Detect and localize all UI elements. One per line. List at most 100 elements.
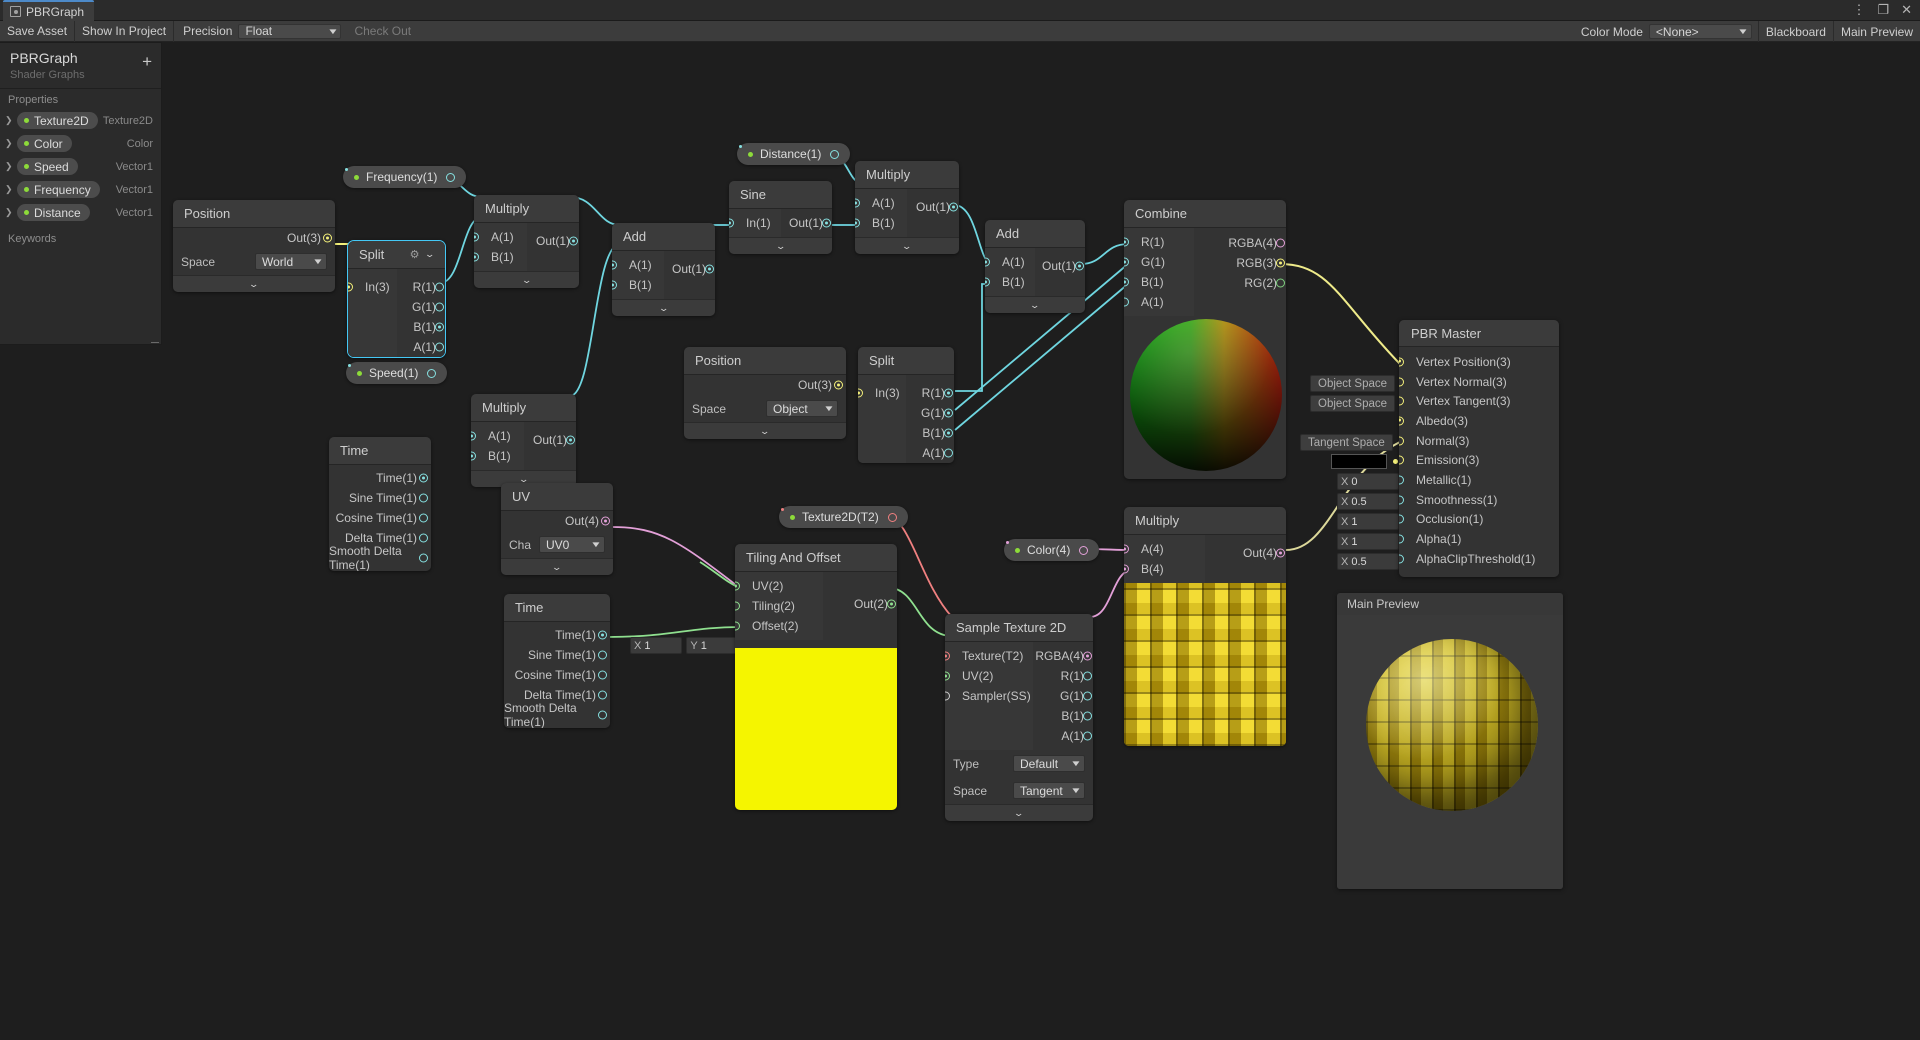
- space-dropdown[interactable]: Object ▼: [766, 400, 838, 417]
- property-pill[interactable]: Distance: [17, 204, 90, 221]
- node-tiling-and-offset[interactable]: Tiling And Offset UV(2) Tiling(2) Offset…: [735, 544, 897, 810]
- tiling-vector-field[interactable]: X Y: [630, 637, 750, 654]
- input-port[interactable]: [855, 218, 860, 228]
- token-output-port[interactable]: [446, 172, 456, 182]
- smoothness-input[interactable]: [1351, 495, 1386, 508]
- node-multiply-3[interactable]: Multiply A(1) B(1) Out(1) ⌄: [855, 161, 959, 254]
- output-port[interactable]: [1276, 278, 1285, 288]
- slot-port[interactable]: [1399, 396, 1404, 406]
- input-port[interactable]: [855, 198, 860, 208]
- node-expander[interactable]: ⌄: [173, 275, 335, 292]
- port-in[interactable]: In(3): [858, 383, 906, 403]
- property-pill[interactable]: Frequency: [17, 181, 100, 198]
- chevron-right-icon[interactable]: ❯: [5, 138, 17, 149]
- output-port[interactable]: [435, 342, 444, 352]
- tiling-x-field[interactable]: X: [630, 637, 683, 654]
- output-port[interactable]: [949, 202, 958, 212]
- port-out[interactable]: RGBA(4): [1194, 233, 1286, 253]
- output-port[interactable]: [601, 516, 610, 526]
- add-property-button[interactable]: +: [142, 53, 152, 70]
- slot-port[interactable]: [1399, 357, 1404, 367]
- tiling-x-input[interactable]: [644, 639, 679, 652]
- property-pill[interactable]: Speed: [17, 158, 78, 175]
- output-port[interactable]: [1083, 651, 1092, 661]
- alphaclip-field[interactable]: X: [1337, 553, 1399, 570]
- alphaclip-input[interactable]: [1351, 555, 1386, 568]
- property-row-frequency[interactable]: ❯ Frequency Vector1: [0, 178, 161, 201]
- input-port[interactable]: [1124, 564, 1129, 574]
- input-port[interactable]: [945, 691, 950, 701]
- port-out[interactable]: Sine Time(1): [504, 645, 610, 665]
- blackboard-toggle[interactable]: Blackboard: [1757, 21, 1833, 42]
- port-in[interactable]: A(1): [985, 252, 1035, 272]
- property-token-speed[interactable]: Speed(1): [346, 362, 448, 384]
- port-out[interactable]: B(1): [1033, 706, 1093, 726]
- node-combine[interactable]: Combine R(1) G(1) B(1) A(1) RGBA(4) RGB(…: [1124, 200, 1286, 479]
- main-preview-toggle[interactable]: Main Preview: [1832, 21, 1920, 42]
- port-out[interactable]: Out(1): [524, 430, 577, 450]
- master-slot[interactable]: Emission(3): [1399, 450, 1559, 470]
- node-expander[interactable]: ⌄: [855, 237, 959, 254]
- output-port[interactable]: [598, 690, 607, 700]
- input-port[interactable]: [729, 218, 734, 228]
- port-in[interactable]: Offset(2): [735, 616, 823, 636]
- channel-dropdown[interactable]: UV0 ▼: [539, 536, 605, 553]
- master-slot[interactable]: Smoothness(1): [1399, 490, 1559, 510]
- port-in[interactable]: UV(2): [735, 576, 823, 596]
- input-port[interactable]: [471, 431, 476, 441]
- output-port[interactable]: [1276, 258, 1285, 268]
- input-port[interactable]: [1124, 257, 1129, 267]
- property-row-distance[interactable]: ❯ Distance Vector1: [0, 201, 161, 224]
- node-expander[interactable]: ⌄: [945, 804, 1093, 821]
- close-icon[interactable]: ✕: [1901, 3, 1912, 17]
- output-port[interactable]: [944, 408, 953, 418]
- port-out[interactable]: Out(1): [1035, 256, 1085, 276]
- main-preview-area[interactable]: [1337, 615, 1563, 889]
- space-chip[interactable]: Object Space: [1310, 395, 1396, 412]
- type-dropdown[interactable]: Default ▼: [1013, 755, 1085, 772]
- port-out[interactable]: B(1): [906, 423, 954, 443]
- slot-port[interactable]: [1399, 475, 1404, 485]
- port-in[interactable]: R(1): [1124, 232, 1194, 252]
- node-split-top[interactable]: Split ⚙ ⌄ In(3) R(1) G(1) B(1) A(1): [347, 240, 446, 358]
- property-pill[interactable]: Texture2D: [17, 112, 98, 129]
- output-port[interactable]: [435, 302, 444, 312]
- slot-port[interactable]: [1399, 534, 1404, 544]
- port-out[interactable]: Out(4): [501, 511, 613, 531]
- output-port[interactable]: [1083, 671, 1092, 681]
- space-dropdown[interactable]: World ▼: [255, 253, 327, 270]
- master-slot[interactable]: Vertex Tangent(3): [1399, 391, 1559, 411]
- port-in[interactable]: A(1): [474, 227, 527, 247]
- smoothness-field[interactable]: X: [1337, 493, 1399, 510]
- port-out[interactable]: R(1): [906, 383, 954, 403]
- port-in[interactable]: B(1): [855, 213, 907, 233]
- port-in[interactable]: A(1): [471, 426, 524, 446]
- output-port[interactable]: [1083, 731, 1092, 741]
- tiling-y-field[interactable]: Y: [686, 637, 739, 654]
- port-out[interactable]: Cosine Time(1): [504, 665, 610, 685]
- master-slot[interactable]: Metallic(1): [1399, 470, 1559, 490]
- port-out[interactable]: Out(3): [684, 375, 846, 395]
- port-in[interactable]: B(1): [612, 275, 664, 295]
- port-out[interactable]: G(1): [1033, 686, 1093, 706]
- node-split-bottom[interactable]: Split In(3) R(1) G(1) B(1) A(1): [858, 347, 954, 463]
- main-preview-panel[interactable]: Main Preview: [1337, 593, 1563, 889]
- node-add-2[interactable]: Add A(1) B(1) Out(1) ⌄: [985, 220, 1085, 313]
- output-port[interactable]: [1276, 238, 1285, 248]
- node-pbr-master[interactable]: PBR Master Vertex Position(3) Vertex Nor…: [1399, 320, 1559, 577]
- input-port[interactable]: [735, 581, 740, 591]
- port-out[interactable]: Out(2): [823, 594, 897, 614]
- port-in[interactable]: In(1): [729, 213, 781, 233]
- input-port[interactable]: [612, 280, 617, 290]
- input-port[interactable]: [985, 277, 990, 287]
- port-out[interactable]: Out(3): [173, 228, 335, 248]
- port-out[interactable]: RG(2): [1194, 273, 1286, 293]
- chevron-right-icon[interactable]: ❯: [5, 184, 17, 195]
- output-port[interactable]: [944, 428, 953, 438]
- graph-tab[interactable]: PBRGraph: [3, 0, 95, 21]
- maximize-icon[interactable]: ❐: [1877, 3, 1889, 17]
- node-position-object[interactable]: Position Out(3) Space Object ▼ ⌄: [684, 347, 846, 439]
- output-port[interactable]: [944, 448, 953, 458]
- alpha-input[interactable]: [1351, 535, 1386, 548]
- slot-port[interactable]: [1399, 377, 1404, 387]
